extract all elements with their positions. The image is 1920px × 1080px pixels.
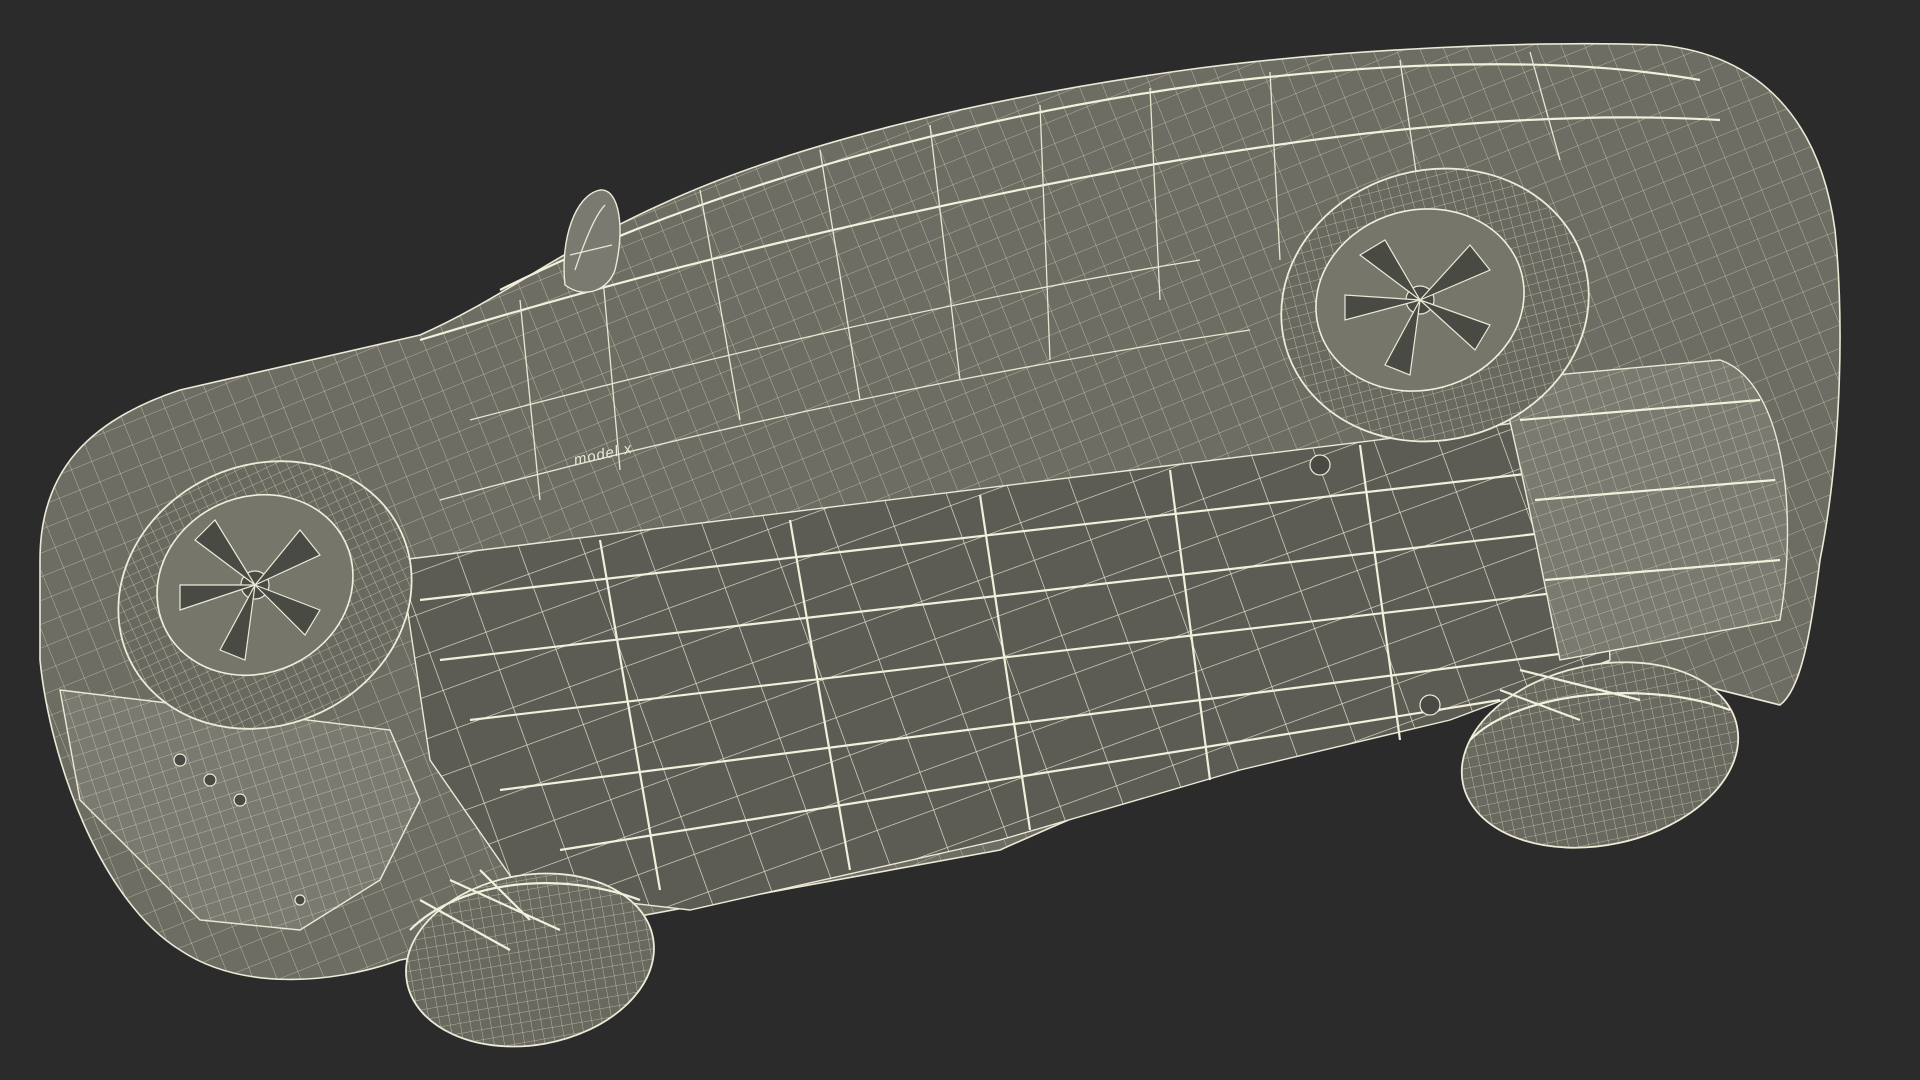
- car-wireframe-render: model x: [39, 42, 1841, 1048]
- render-viewport: model x: [0, 0, 1920, 1080]
- side-mirror: [563, 189, 621, 293]
